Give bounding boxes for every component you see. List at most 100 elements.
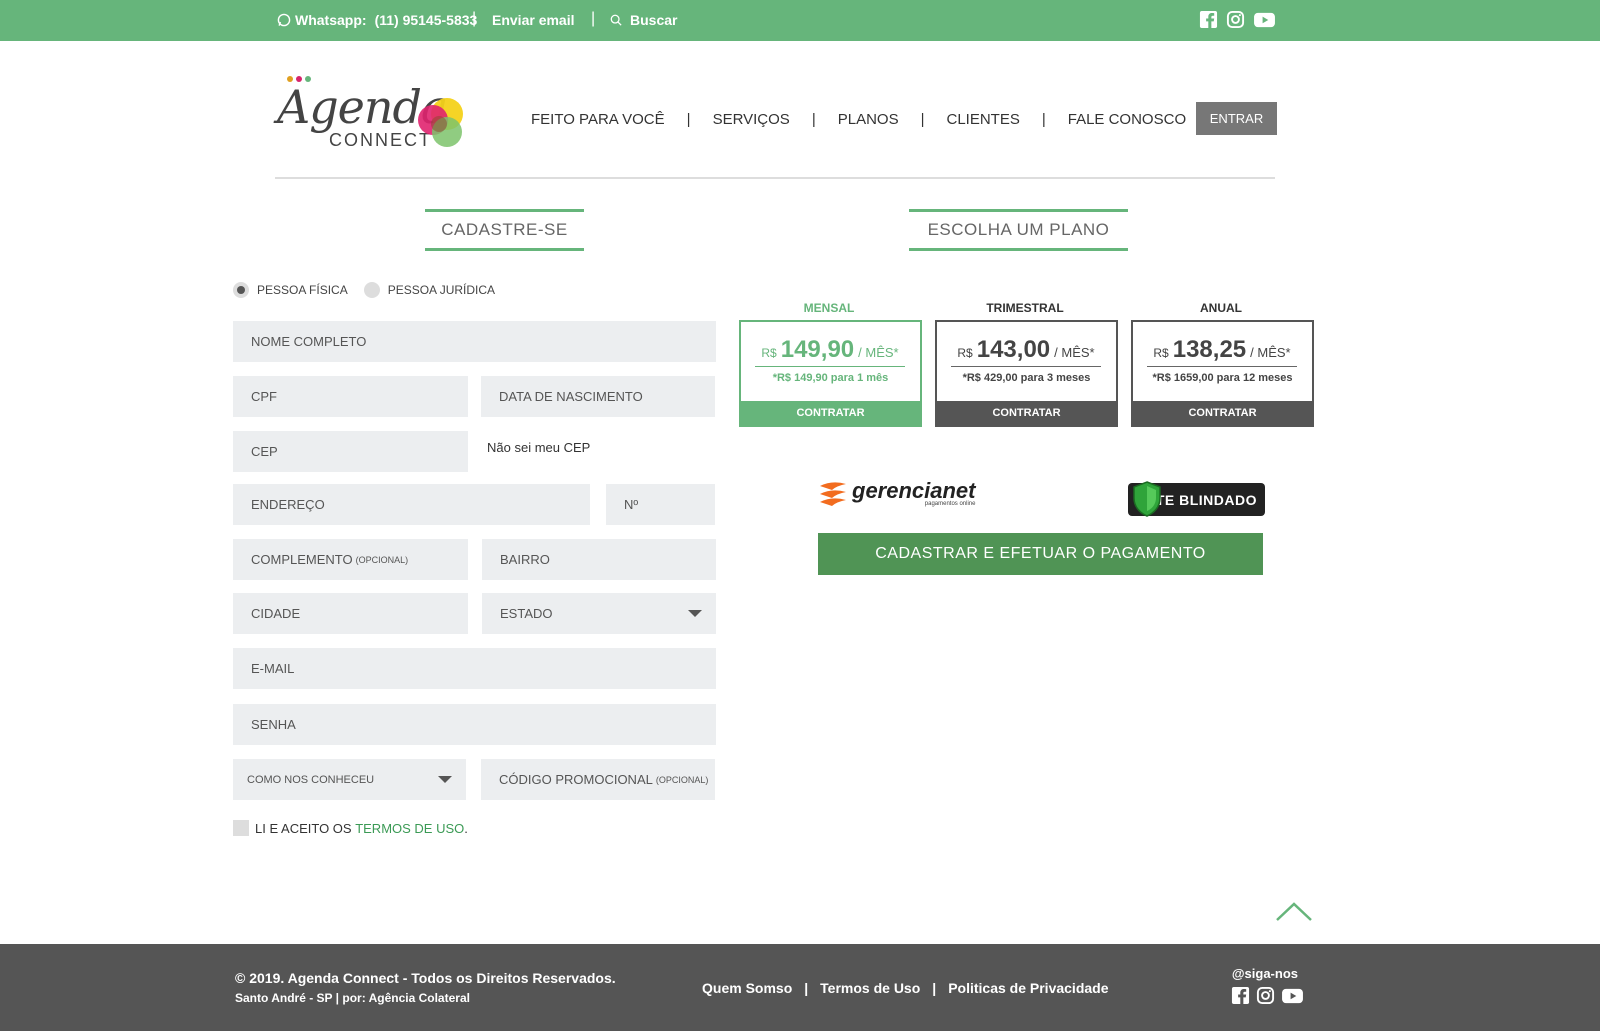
estado-select[interactable]: ESTADO xyxy=(482,593,716,634)
footer-link-privacidade[interactable]: Politicas de Privacidade xyxy=(948,980,1108,996)
plan-card-mensal[interactable]: R$ 149,90 / MÊS* *R$ 149,90 para 1 mês C… xyxy=(739,320,922,427)
gerencianet-logo: gerencianet pagamentos online xyxy=(818,480,976,508)
complemento-input[interactable]: COMPLEMENTO (OPCIONAL) xyxy=(233,539,468,580)
nav-fale-conosco[interactable]: FALE CONOSCO xyxy=(1068,111,1186,128)
instagram-icon[interactable] xyxy=(1226,10,1245,29)
terms-prefix: LI E ACEITO OS xyxy=(255,820,356,836)
cidade-input[interactable]: CIDADE xyxy=(233,593,468,634)
terms-acceptance: LI E ACEITO OS TERMOS DE USO . xyxy=(233,820,468,836)
senha-placeholder: SENHA xyxy=(251,717,296,732)
footer-follow-label: @siga-nos xyxy=(1231,966,1298,981)
plan-period: / MÊS* xyxy=(858,345,899,360)
search-link[interactable]: Buscar xyxy=(610,12,677,28)
search-label: Buscar xyxy=(630,12,678,28)
plan-note: *R$ 429,00 para 3 meses xyxy=(962,372,1091,384)
nav-separator: | xyxy=(1041,111,1046,128)
numero-placeholder: Nº xyxy=(624,497,639,512)
whatsapp-label: Whatsapp: xyxy=(295,12,367,28)
bairro-placeholder: BAIRRO xyxy=(500,552,550,567)
logo-circles xyxy=(418,98,463,147)
complemento-placeholder: COMPLEMENTO xyxy=(251,552,353,567)
plan-price-value: 138,25 xyxy=(1172,336,1247,363)
nav-separator: | xyxy=(686,111,691,128)
plan-period: / MÊS* xyxy=(1250,345,1291,360)
chevron-down-icon xyxy=(688,610,702,617)
topbar-separator: | xyxy=(472,10,477,27)
send-email-link[interactable]: Enviar email xyxy=(492,12,575,28)
facebook-icon[interactable] xyxy=(1231,986,1250,1005)
cpf-input[interactable]: CPF xyxy=(233,376,468,417)
login-button[interactable]: ENTRAR xyxy=(1196,102,1277,135)
plans-title: ESCOLHA UM PLANO xyxy=(909,209,1128,251)
plan-note: *R$ 149,90 para 1 mês xyxy=(772,372,889,384)
plan-price: R$ 138,25 / MÊS* xyxy=(1147,336,1297,367)
plan-period: / MÊS* xyxy=(1054,345,1095,360)
plan-price-value: 149,90 xyxy=(780,336,855,363)
nome-completo-placeholder: NOME COMPLETO xyxy=(251,334,367,349)
footer-link-quem-somos[interactable]: Quem Somso xyxy=(702,980,792,996)
send-email-label: Enviar email xyxy=(492,12,575,28)
signup-title: CADASTRE-SE xyxy=(425,209,584,251)
person-type-radios: PESSOA FÍSICA PESSOA JURÍDICA xyxy=(233,282,495,298)
cadastrar-pagamento-button[interactable]: CADASTRAR E EFETUAR O PAGAMENTO xyxy=(818,533,1263,575)
como-conheceu-placeholder: COMO NOS CONHECEU xyxy=(247,773,375,786)
terms-checkbox[interactable] xyxy=(233,820,249,836)
chevron-down-icon xyxy=(438,776,452,783)
plan-currency: R$ xyxy=(957,346,973,360)
nav-servicos[interactable]: SERVIÇOS xyxy=(713,111,790,128)
endereco-input[interactable]: ENDEREÇO xyxy=(233,484,590,525)
plan-label-anual: ANUAL xyxy=(1200,301,1242,315)
agenda-connect-logo[interactable]: Agenda CONNECT xyxy=(277,76,477,186)
cep-input[interactable]: CEP xyxy=(233,431,468,472)
nome-completo-input[interactable]: NOME COMPLETO xyxy=(233,321,716,362)
contratar-trimestral-button[interactable]: CONTRATAR xyxy=(937,401,1116,425)
senha-input[interactable]: SENHA xyxy=(233,704,716,745)
facebook-icon[interactable] xyxy=(1199,10,1218,29)
contratar-anual-button[interactable]: CONTRATAR xyxy=(1133,401,1312,425)
email-input[interactable]: E-MAIL xyxy=(233,648,716,689)
terms-link[interactable]: TERMOS DE USO xyxy=(355,821,464,836)
gerencianet-icon xyxy=(820,482,846,506)
nav-feito-para-voce[interactable]: FEITO PARA VOCÊ xyxy=(531,111,665,128)
plan-currency: R$ xyxy=(1153,346,1169,360)
contratar-mensal-button[interactable]: CONTRATAR xyxy=(741,401,920,425)
bairro-input[interactable]: BAIRRO xyxy=(482,539,716,580)
plan-card-trimestral[interactable]: R$ 143,00 / MÊS* *R$ 429,00 para 3 meses… xyxy=(935,320,1118,427)
search-icon xyxy=(610,14,622,26)
topbar-social-links xyxy=(1199,10,1276,29)
site-header: Agenda CONNECT FEITO PARA VOCÊ | SERVIÇO… xyxy=(0,41,1600,181)
email-placeholder: E-MAIL xyxy=(251,661,295,676)
complemento-optional: (OPCIONAL) xyxy=(355,554,409,565)
codigo-promocional-placeholder: CÓDIGO PROMOCIONAL xyxy=(499,772,653,787)
back-to-top-icon[interactable] xyxy=(1275,900,1313,922)
nav-planos[interactable]: PLANOS xyxy=(838,111,899,128)
instagram-icon[interactable] xyxy=(1256,986,1275,1005)
numero-input[interactable]: Nº xyxy=(606,484,715,525)
data-nascimento-input[interactable]: DATA DE NASCIMENTO xyxy=(481,376,715,417)
nao-sei-cep-link[interactable]: Não sei meu CEP xyxy=(487,440,590,455)
shield-icon xyxy=(1133,481,1161,517)
estado-placeholder: ESTADO xyxy=(500,606,553,621)
codigo-optional: (OPCIONAL) xyxy=(655,774,709,785)
top-bar: Whatsapp: (11) 95145-5833 | Enviar email… xyxy=(0,0,1600,41)
plan-label-trimestral: TRIMESTRAL xyxy=(986,301,1064,315)
plan-card-anual[interactable]: R$ 138,25 / MÊS* *R$ 1659,00 para 12 mes… xyxy=(1131,320,1314,427)
whatsapp-contact[interactable]: Whatsapp: (11) 95145-5833 xyxy=(277,12,477,28)
header-divider xyxy=(275,177,1275,179)
radio-pessoa-fisica[interactable] xyxy=(233,282,249,298)
site-footer: © 2019. Agenda Connect - Todos os Direit… xyxy=(0,944,1600,1031)
radio-pessoa-juridica[interactable] xyxy=(363,282,380,298)
plan-price-value: 143,00 xyxy=(976,336,1051,363)
footer-separator: | xyxy=(804,980,809,996)
nav-clientes[interactable]: CLIENTES xyxy=(946,111,1019,128)
como-conheceu-select[interactable]: COMO NOS CONHECEU xyxy=(233,759,466,800)
youtube-icon[interactable] xyxy=(1253,10,1276,29)
radio-pessoa-fisica-label: PESSOA FÍSICA xyxy=(257,283,348,297)
codigo-promocional-input[interactable]: CÓDIGO PROMOCIONAL (OPCIONAL) xyxy=(481,759,715,800)
plan-price: R$ 143,00 / MÊS* xyxy=(951,336,1101,367)
radio-pessoa-juridica-label: PESSOA JURÍDICA xyxy=(387,283,496,297)
nav-separator: | xyxy=(920,111,925,128)
footer-link-termos[interactable]: Termos de Uso xyxy=(820,980,920,996)
footer-copyright: © 2019. Agenda Connect - Todos os Direit… xyxy=(235,970,616,986)
youtube-icon[interactable] xyxy=(1281,986,1304,1005)
